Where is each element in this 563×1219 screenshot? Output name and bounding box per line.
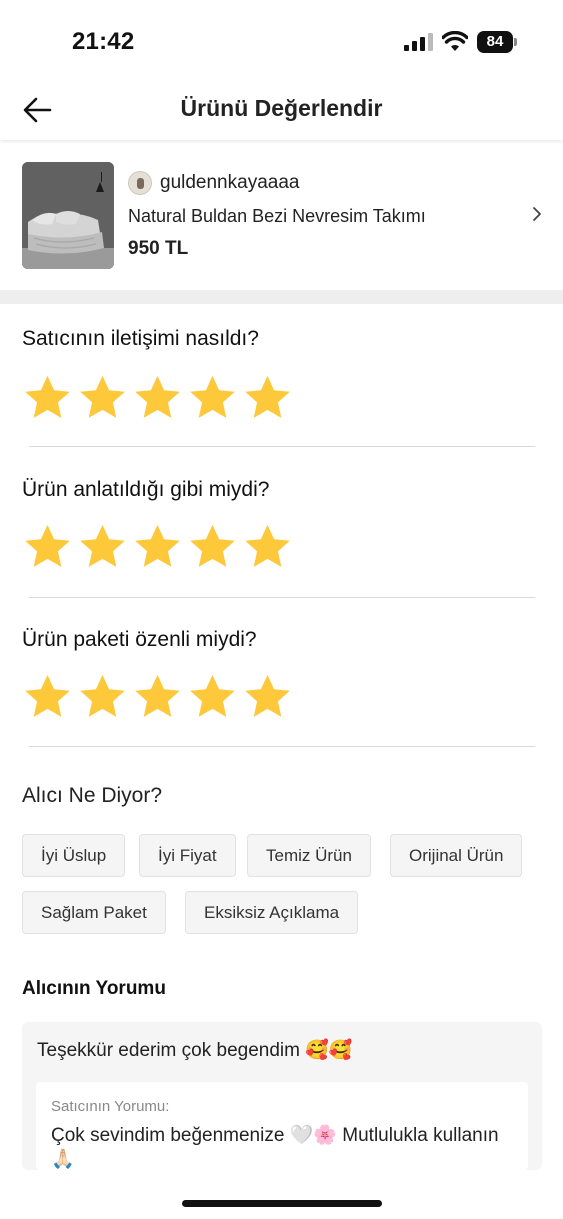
section-divider bbox=[0, 290, 563, 304]
seller-reply-label: Satıcının Yorumu: bbox=[51, 1098, 170, 1115]
star-icon[interactable] bbox=[187, 521, 238, 572]
star-rating-packaging[interactable] bbox=[22, 671, 293, 722]
wifi-icon bbox=[442, 31, 468, 51]
rating-question-packaging: Ürün paketi özenli miydi? bbox=[22, 628, 257, 651]
tag-good-manner[interactable]: İyi Üslup bbox=[22, 834, 126, 877]
rating-question-communication: Satıcının iletişimi nasıldı? bbox=[22, 327, 259, 350]
star-icon[interactable] bbox=[77, 521, 128, 572]
header: Ürünü Değerlendir bbox=[0, 80, 563, 140]
divider bbox=[29, 746, 535, 747]
product-name: Natural Buldan Bezi Nevresim Takımı bbox=[128, 206, 426, 226]
star-icon[interactable] bbox=[77, 372, 128, 423]
battery-level: 84 bbox=[477, 31, 513, 53]
product-price: 950 TL bbox=[128, 238, 189, 259]
tag-solid-package[interactable]: Sağlam Paket bbox=[22, 891, 166, 934]
buyer-comment-text: Teşekkür ederim çok begendim 🥰🥰 bbox=[37, 1040, 353, 1061]
buyer-comment-box: Teşekkür ederim çok begendim 🥰🥰 Satıcını… bbox=[22, 1022, 542, 1170]
star-icon[interactable] bbox=[132, 372, 183, 423]
product-summary[interactable]: guldennkayaaaa Natural Buldan Bezi Nevre… bbox=[0, 140, 563, 290]
divider bbox=[29, 597, 535, 598]
star-icon[interactable] bbox=[22, 671, 73, 722]
battery-icon: 84 bbox=[477, 31, 517, 53]
chevron-right-icon[interactable] bbox=[528, 204, 546, 224]
buyer-says-title: Alıcı Ne Diyor? bbox=[22, 784, 163, 807]
star-icon[interactable] bbox=[187, 671, 238, 722]
star-icon[interactable] bbox=[187, 372, 238, 423]
buyer-comment-title: Alıcının Yorumu bbox=[22, 978, 166, 999]
seller-reply-box: Satıcının Yorumu: Çok sevindim beğenmeni… bbox=[36, 1082, 528, 1170]
status-time: 21:42 bbox=[72, 28, 135, 55]
star-icon[interactable] bbox=[242, 521, 293, 572]
star-icon[interactable] bbox=[242, 671, 293, 722]
rating-question-as-described: Ürün anlatıldığı gibi miydi? bbox=[22, 478, 270, 501]
cellular-signal-icon bbox=[404, 33, 433, 51]
page-title: Ürünü Değerlendir bbox=[180, 95, 383, 121]
seller-row: guldennkayaaaa bbox=[128, 170, 299, 196]
status-bar: 21:42 84 bbox=[0, 0, 563, 80]
product-image bbox=[22, 162, 114, 269]
tag-complete-description[interactable]: Eksiksiz Açıklama bbox=[185, 891, 359, 934]
star-rating-as-described[interactable] bbox=[22, 521, 293, 572]
tag-original-product[interactable]: Orijinal Ürün bbox=[390, 834, 523, 877]
star-icon[interactable] bbox=[22, 521, 73, 572]
tag-good-price[interactable]: İyi Fiyat bbox=[139, 834, 236, 877]
seller-reply-text: Çok sevindim beğenmenize 🤍🌸 Mutlulukla k… bbox=[51, 1125, 499, 1170]
seller-avatar bbox=[128, 171, 152, 195]
tag-clean-product[interactable]: Temiz Ürün bbox=[247, 834, 371, 877]
star-icon[interactable] bbox=[242, 372, 293, 423]
home-indicator[interactable] bbox=[182, 1200, 382, 1207]
star-icon[interactable] bbox=[77, 671, 128, 722]
divider bbox=[29, 446, 535, 447]
star-icon[interactable] bbox=[132, 671, 183, 722]
star-icon[interactable] bbox=[22, 372, 73, 423]
seller-name: guldennkayaaaa bbox=[160, 172, 300, 193]
star-icon[interactable] bbox=[132, 521, 183, 572]
star-rating-communication[interactable] bbox=[22, 372, 293, 423]
